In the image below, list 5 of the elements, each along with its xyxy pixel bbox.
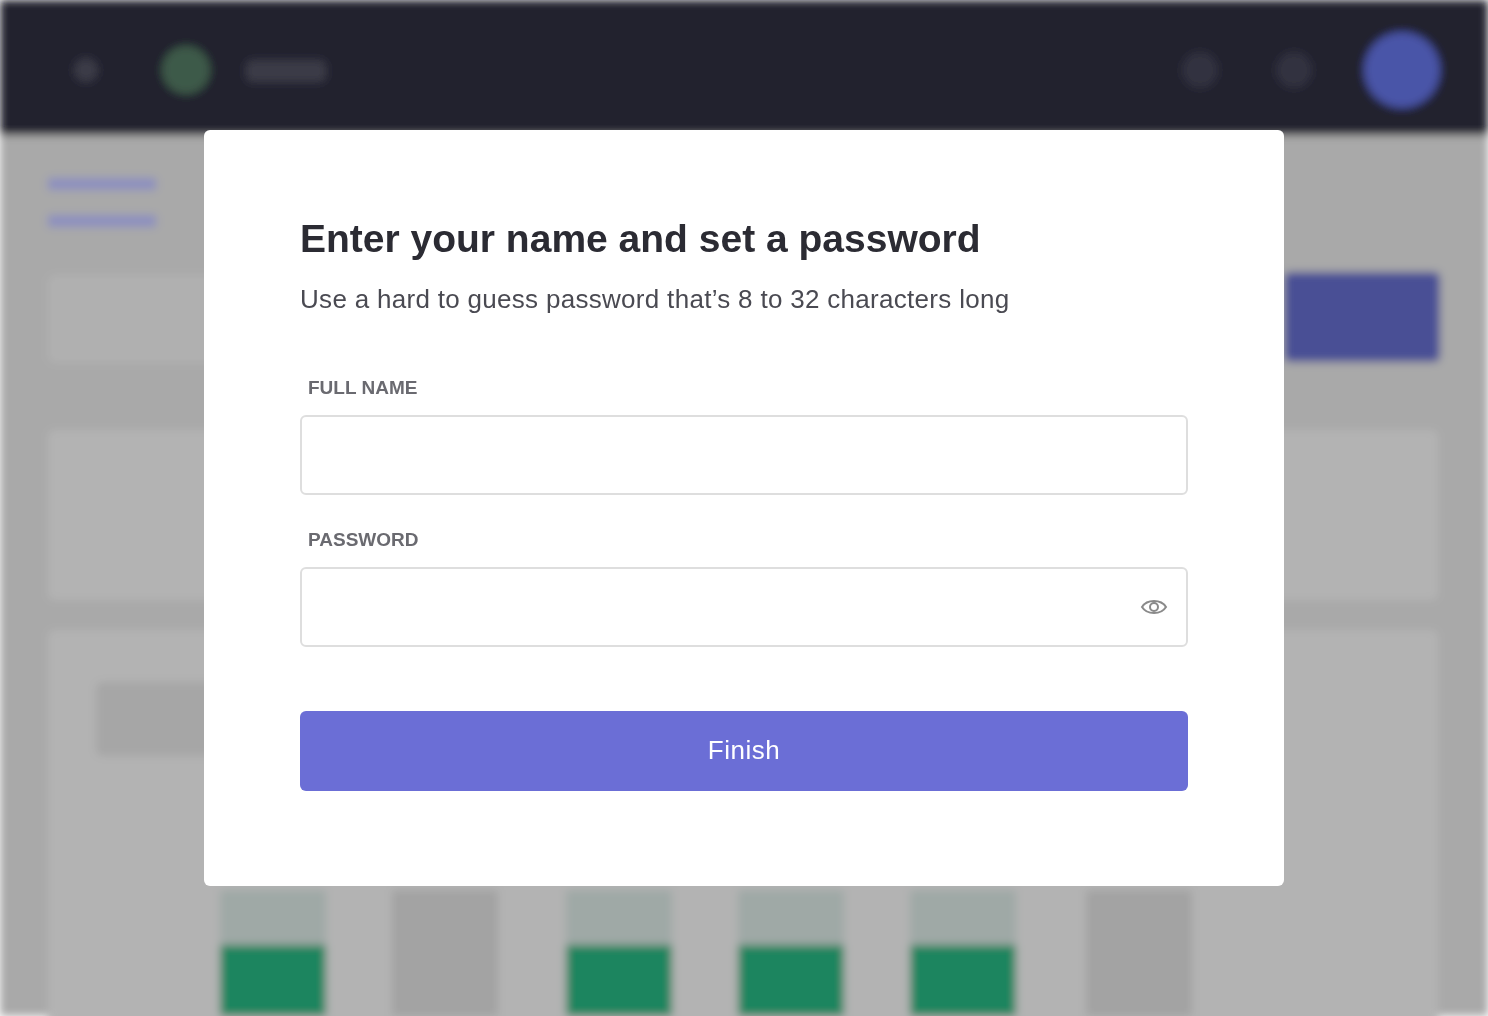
dialog-subtitle: Use a hard to guess password that’s 8 to 32 characters long [300, 282, 1011, 316]
field-label: FULL NAME [307, 376, 419, 399]
field-label: PASSWORD [307, 528, 420, 551]
dialog-title: Enter your name and set a password [300, 216, 982, 262]
finish-button[interactable]: Finish [300, 710, 1188, 791]
